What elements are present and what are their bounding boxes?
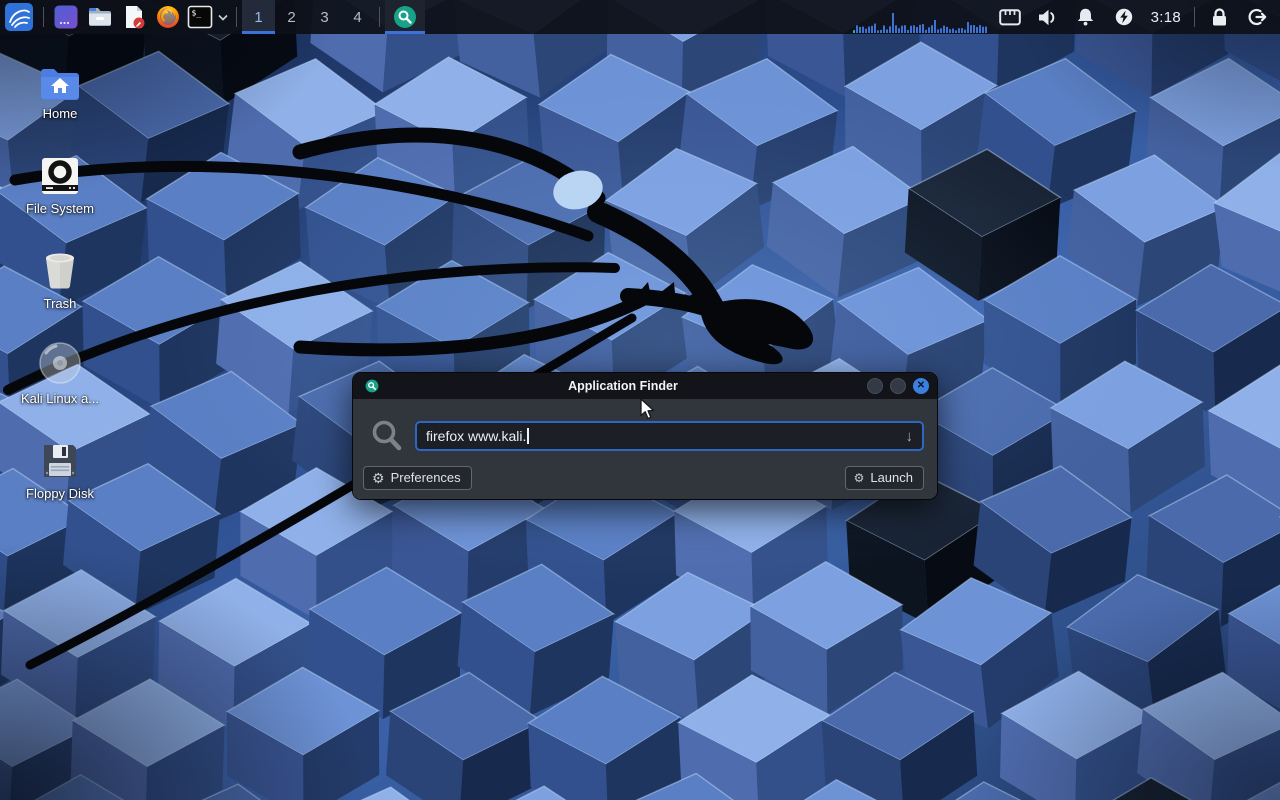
launch-button-label: Launch bbox=[870, 470, 913, 485]
top-panel: $_ 1 2 3 4 bbox=[0, 0, 1280, 34]
search-input-value: firefox www.kali. bbox=[426, 428, 526, 444]
workspace-button-1[interactable]: 1 bbox=[242, 0, 275, 34]
folder-icon bbox=[87, 4, 113, 30]
workspace-button-2[interactable]: 2 bbox=[275, 0, 308, 34]
desktop-icon-filesystem[interactable]: File System bbox=[8, 151, 112, 216]
document-edit-icon bbox=[121, 4, 147, 30]
notifications-tray-item[interactable] bbox=[1075, 0, 1097, 34]
search-input[interactable]: firefox www.kali. ↓ bbox=[415, 421, 924, 451]
panel-separator bbox=[1194, 7, 1195, 27]
lock-icon bbox=[1211, 8, 1228, 27]
mouse-cursor bbox=[637, 398, 657, 420]
window-title: Application Finder bbox=[379, 379, 867, 393]
dropdown-arrow-icon[interactable]: ↓ bbox=[906, 428, 914, 445]
logout-icon bbox=[1247, 7, 1267, 27]
desktop-icon-label: Floppy Disk bbox=[26, 486, 94, 501]
svg-text:$_: $_ bbox=[192, 9, 202, 18]
panel-separator bbox=[43, 7, 44, 27]
app-window-icon bbox=[53, 4, 79, 30]
terminal-menu-chevron[interactable] bbox=[215, 0, 231, 34]
titlebar[interactable]: Application Finder ✕ bbox=[353, 373, 937, 399]
floppy-disk-icon bbox=[41, 436, 79, 480]
desktop-icon-label: Home bbox=[43, 106, 78, 121]
close-icon: ✕ bbox=[917, 381, 925, 391]
desktop-icon-home[interactable]: Home bbox=[8, 56, 112, 121]
launcher-file-manager[interactable] bbox=[83, 0, 117, 34]
terminal-icon: $_ bbox=[187, 5, 213, 29]
workspace-label: 4 bbox=[353, 9, 361, 26]
trash-can-icon bbox=[40, 246, 80, 290]
clock[interactable]: 3:18 bbox=[1151, 9, 1181, 26]
optical-disc-icon bbox=[38, 341, 82, 385]
launcher-terminal[interactable]: $_ bbox=[185, 0, 215, 34]
chevron-down-icon bbox=[218, 14, 228, 21]
desktop-root: { "panel": { "launchers": { "kali_menu":… bbox=[0, 0, 1280, 800]
launcher-app-window[interactable] bbox=[49, 0, 83, 34]
kali-logo-icon bbox=[5, 3, 33, 31]
workspace-label: 1 bbox=[254, 9, 262, 26]
workspace-button-3[interactable]: 3 bbox=[308, 0, 341, 34]
taskbar-application-finder[interactable] bbox=[385, 0, 425, 34]
launcher-text-editor[interactable] bbox=[117, 0, 151, 34]
close-button[interactable]: ✕ bbox=[913, 378, 929, 394]
cpu-graph[interactable] bbox=[853, 0, 991, 34]
applications-menu-button[interactable] bbox=[0, 0, 38, 34]
panel-tray: 3:18 bbox=[853, 0, 1280, 34]
application-finder-window: Application Finder ✕ firefox www.kali. ↓ bbox=[352, 372, 938, 500]
minimize-button[interactable] bbox=[867, 378, 883, 394]
panel-separator bbox=[379, 7, 380, 27]
workspace-button-4[interactable]: 4 bbox=[341, 0, 374, 34]
desktop-icon-label: Kali Linux a... bbox=[21, 391, 99, 406]
gear-icon: ⚙ bbox=[372, 471, 385, 485]
desktop-icon-trash[interactable]: Trash bbox=[8, 246, 112, 311]
volume-tray-item[interactable] bbox=[1037, 0, 1059, 34]
preferences-button[interactable]: ⚙ Preferences bbox=[363, 466, 472, 490]
search-icon bbox=[371, 419, 403, 453]
desktop-icon-kali-cd[interactable]: Kali Linux a... bbox=[8, 341, 112, 406]
workspace-label: 3 bbox=[320, 9, 328, 26]
launcher-firefox[interactable] bbox=[151, 0, 185, 34]
desktop-icon-column: Home File System bbox=[8, 56, 112, 531]
desktop-icon-floppy[interactable]: Floppy Disk bbox=[8, 436, 112, 501]
desktop-icon-label: File System bbox=[26, 201, 94, 216]
home-folder-icon bbox=[39, 56, 81, 100]
firefox-icon bbox=[155, 4, 181, 30]
bell-icon bbox=[1076, 8, 1095, 26]
speaker-icon bbox=[1038, 9, 1058, 26]
desktop-icon-label: Trash bbox=[44, 296, 77, 311]
launch-button[interactable]: ⚙ Launch bbox=[845, 466, 924, 490]
maximize-button[interactable] bbox=[890, 378, 906, 394]
harddisk-icon bbox=[41, 151, 79, 195]
power-manager-tray-item[interactable] bbox=[1113, 0, 1135, 34]
application-finder-icon bbox=[393, 5, 417, 29]
panel-separator bbox=[236, 7, 237, 27]
ethernet-icon bbox=[999, 9, 1021, 26]
network-tray-item[interactable] bbox=[999, 0, 1021, 34]
text-caret bbox=[527, 428, 529, 444]
launch-gear-icon: ⚙ bbox=[854, 472, 865, 484]
workspace-label: 2 bbox=[287, 9, 295, 26]
preferences-button-label: Preferences bbox=[391, 470, 461, 485]
application-finder-icon bbox=[365, 379, 379, 393]
lock-screen-button[interactable] bbox=[1208, 0, 1230, 34]
logout-button[interactable] bbox=[1246, 0, 1268, 34]
power-lightning-icon bbox=[1115, 8, 1133, 26]
